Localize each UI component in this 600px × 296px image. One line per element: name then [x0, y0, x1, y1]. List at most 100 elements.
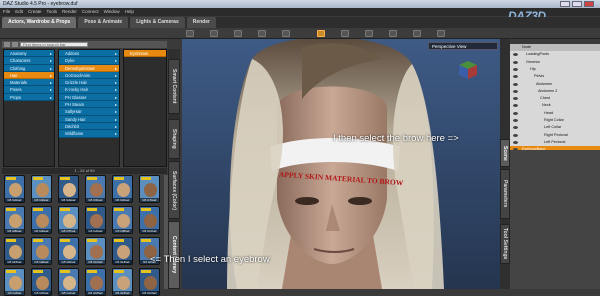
menu-item-help[interactable]: Help — [125, 8, 134, 16]
visibility-eye-icon[interactable] — [513, 75, 518, 79]
camera-icon[interactable] — [437, 30, 445, 37]
left-vtab-2[interactable]: Surfaces (Color) — [168, 161, 180, 219]
tab-1[interactable]: Pose & Animate — [78, 17, 129, 28]
visibility-eye-icon[interactable] — [513, 89, 518, 93]
maximize-button[interactable] — [572, 1, 582, 7]
thumbnail[interactable]: G5 GLhair — [58, 268, 79, 296]
3d-viewport[interactable] — [182, 39, 500, 289]
thumbnail[interactable]: G5 GChair — [139, 206, 160, 234]
thumbnail[interactable]: G5 G3Hair — [31, 175, 52, 203]
visibility-eye-icon[interactable] — [513, 82, 518, 86]
library-item[interactable]: Ditchbit ▸ — [59, 122, 119, 131]
library-item[interactable]: Anatomy ▸ — [4, 50, 54, 58]
scene-tree-row[interactable]: Right Collar — [510, 117, 600, 124]
menu-item-connect[interactable]: Connect — [82, 8, 99, 16]
library-item[interactable]: Addons ▸ — [59, 50, 119, 58]
scene-tree-row[interactable]: Abdomen — [510, 81, 600, 88]
select-tool-icon[interactable] — [186, 30, 194, 37]
library-item[interactable]: PH Steam ▸ — [59, 101, 119, 109]
visibility-eye-icon[interactable] — [513, 67, 518, 71]
thumbnail[interactable]: G5 G7Hair — [139, 175, 160, 203]
visibility-eye-icon[interactable] — [513, 60, 518, 64]
left-vtab-0[interactable]: Smart Content — [168, 59, 180, 114]
geometry-editor-icon[interactable] — [413, 30, 421, 37]
menu-item-render[interactable]: Render — [62, 8, 77, 16]
visibility-eye-icon[interactable] — [513, 119, 518, 122]
right-vtab-1[interactable]: Parameters — [500, 169, 510, 219]
thumbnail[interactable]: G5 GMhair — [85, 268, 106, 296]
thumbnail[interactable]: G5 GHhair — [112, 237, 133, 265]
scene-tree-row[interactable]: Neck — [510, 102, 600, 109]
visibility-eye-icon[interactable] — [513, 133, 518, 137]
visibility-eye-icon[interactable] — [513, 111, 518, 115]
back-icon[interactable] — [12, 42, 18, 47]
right-vtab-0[interactable]: Scene — [500, 139, 510, 167]
minimize-button[interactable] — [560, 1, 570, 7]
scene-tree-row[interactable]: Head — [510, 110, 600, 117]
menu-item-create[interactable]: Create — [28, 8, 42, 16]
library-item[interactable]: GoGoodAnim ▸ — [59, 71, 119, 80]
thumbnail[interactable]: G5 GJhair — [4, 268, 25, 296]
library-item[interactable]: Poses ▸ — [4, 86, 54, 94]
menu-item-tools[interactable]: Tools — [47, 8, 58, 16]
visibility-eye-icon[interactable] — [513, 53, 518, 57]
thumbnail[interactable]: G5 G4Hair — [58, 175, 79, 203]
node-weight-tool-icon[interactable] — [341, 30, 349, 37]
view-cube-icon[interactable] — [458, 60, 478, 80]
scene-tree-row[interactable]: LoadingPosts — [510, 51, 600, 58]
close-button[interactable] — [584, 1, 594, 7]
library-item[interactable]: SallyHair ▸ — [59, 108, 119, 116]
library-item[interactable]: Dyke ▸ — [59, 57, 119, 65]
thumbnail[interactable]: G5 GFhair — [58, 237, 79, 265]
scene-tree-row[interactable]: Left Collar — [510, 124, 600, 131]
scene-tree-row[interactable]: Chest — [510, 95, 600, 102]
translate-tool-icon[interactable] — [234, 30, 242, 37]
joint-editor-icon[interactable] — [365, 30, 373, 37]
library-item[interactable]: Clothing ▸ — [4, 64, 54, 72]
menu-item-edit[interactable]: Edit — [15, 8, 23, 16]
viewport-camera-label[interactable]: Perspective View — [428, 42, 498, 50]
scene-tree-row[interactable]: Genesis — [510, 59, 600, 66]
spot-render-icon[interactable] — [389, 30, 397, 37]
scene-tree-row[interactable]: Pelvis — [510, 73, 600, 80]
library-item[interactable]: Sandy Hair ▸ — [59, 115, 119, 123]
thumbnail[interactable]: G5 GThair — [58, 206, 79, 234]
thumbnail[interactable]: G5 GEhair — [31, 237, 52, 265]
library-item[interactable]: DemoEyebrows ▸ — [59, 64, 119, 72]
library-item[interactable]: Props ▸ — [4, 93, 54, 102]
home-icon[interactable] — [4, 42, 10, 47]
rotate-tool-icon[interactable] — [210, 30, 218, 37]
thumbnail[interactable]: G5 GKhair — [31, 268, 52, 296]
thumbnail[interactable]: G5 GDhair — [4, 237, 25, 265]
library-item[interactable]: K-rocky Hair ▸ — [59, 86, 119, 94]
scene-tree-row[interactable]: Right Pectoral — [510, 132, 600, 139]
thumbnail[interactable]: G5 GGhair — [85, 237, 106, 265]
search-input[interactable]: Find items in search bar — [20, 42, 88, 47]
thumbnail[interactable]: G5 G6Hair — [112, 175, 133, 203]
right-vtab-2[interactable]: Tool Settings — [500, 224, 510, 264]
universal-tool-icon[interactable] — [282, 30, 290, 37]
visibility-eye-icon[interactable] — [513, 140, 518, 144]
thumbnail[interactable]: G5 G5Hair — [85, 175, 106, 203]
library-item[interactable]: Wildflame ▸ — [59, 130, 119, 138]
library-item[interactable]: Hair ▸ — [4, 71, 54, 80]
thumbnail[interactable]: G5 G2Hair — [4, 175, 25, 203]
scale-tool-icon[interactable] — [258, 30, 266, 37]
surface-selection-tool-icon[interactable] — [317, 30, 325, 37]
library-item[interactable]: Grizzle Hair ▸ — [59, 79, 119, 87]
thumbnail[interactable]: G5 GNhair — [112, 268, 133, 296]
thumbnail[interactable]: G5 G8Hair — [4, 206, 25, 234]
visibility-eye-icon[interactable] — [513, 104, 518, 108]
tab-2[interactable]: Lights & Cameras — [130, 17, 185, 28]
menu-item-file[interactable]: File — [3, 8, 10, 16]
thumbnail[interactable]: G5 G9Hair — [31, 206, 52, 234]
thumbnail[interactable]: G5 GAhair — [85, 206, 106, 234]
scene-tree-row[interactable]: Hip — [510, 66, 600, 73]
thumbnail[interactable]: G5 GOhair — [139, 268, 160, 296]
menu-item-window[interactable]: Window — [104, 8, 120, 16]
visibility-eye-icon[interactable] — [513, 126, 518, 130]
library-item[interactable]: Eyebrows — [124, 50, 166, 58]
library-item[interactable]: PH Glasser ▸ — [59, 93, 119, 102]
visibility-eye-icon[interactable] — [513, 97, 518, 101]
tab-0[interactable]: Actors, Wardrobe & Props — [2, 17, 77, 28]
